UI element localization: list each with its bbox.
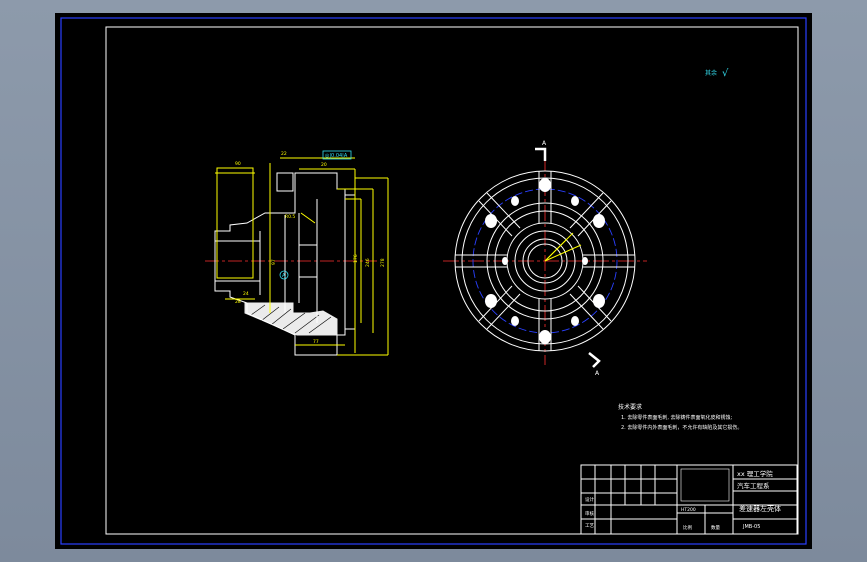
svg-text:设计: 设计	[585, 496, 594, 503]
svg-text:A: A	[282, 273, 286, 279]
svg-text:HT200: HT200	[681, 507, 696, 513]
svg-text:28: 28	[235, 299, 241, 305]
svg-text:工艺: 工艺	[585, 523, 594, 529]
svg-text:22: 22	[281, 151, 287, 157]
svg-text:差速器左壳体: 差速器左壳体	[739, 504, 781, 513]
svg-text:A: A	[542, 140, 547, 147]
svg-text:√: √	[722, 68, 729, 79]
svg-text:278: 278	[380, 258, 386, 267]
svg-text:246: 246	[365, 258, 371, 267]
svg-text:xx 理工学院: xx 理工学院	[737, 469, 773, 478]
svg-text:汽车工程系: 汽车工程系	[737, 481, 770, 490]
svg-text:2. 去除零件内外表面毛刺，不允许有缺陷及其它损伤。: 2. 去除零件内外表面毛刺，不允许有缺陷及其它损伤。	[621, 424, 742, 431]
svg-text:审核: 审核	[585, 510, 594, 517]
svg-text:JMB-05: JMB-05	[742, 524, 760, 530]
section-marker-bottom: A	[588, 352, 601, 377]
datum-marker: A	[279, 270, 289, 280]
svg-text:R0.5: R0.5	[285, 214, 295, 220]
svg-text:其余: 其余	[705, 69, 717, 77]
inner-border	[105, 26, 799, 535]
right-front-view: A A	[443, 140, 647, 377]
surface-roughness-note: 其余 √	[705, 68, 729, 79]
svg-text:24: 24	[243, 291, 249, 297]
svg-text:◎|0.04|A: ◎|0.04|A	[325, 153, 348, 159]
title-block: xx 理工学院 汽车工程系 差速器左壳体 JMB-05 HT200 设计 审核 …	[580, 464, 798, 535]
svg-text:比例: 比例	[683, 524, 692, 531]
left-section-view: 90 22 20 R0.5 24 176 246 278 77 28 97 ◎|…	[205, 150, 389, 356]
section-marker-top: A	[535, 140, 547, 161]
cad-drawing: 其余 √ 90 22 20 R0.5 24 176 246 278 77 28 …	[60, 17, 807, 545]
technical-requirements: 技术要求 1. 去除零件表面毛刺, 去除铸件表面氧化皮和锈蚀; 2. 去除零件内…	[618, 403, 742, 431]
svg-text:77: 77	[313, 339, 319, 345]
section-hatch	[244, 302, 338, 336]
cad-viewport[interactable]: 其余 √ 90 22 20 R0.5 24 176 246 278 77 28 …	[55, 13, 812, 549]
tolerance-frame: ◎|0.04|A	[322, 150, 352, 160]
svg-text:A: A	[595, 370, 600, 377]
svg-text:数量: 数量	[711, 524, 720, 531]
svg-text:20: 20	[321, 162, 327, 168]
svg-text:90: 90	[235, 161, 241, 167]
svg-text:176: 176	[353, 254, 359, 263]
svg-text:97: 97	[271, 259, 277, 265]
svg-text:技术要求: 技术要求	[618, 403, 642, 411]
svg-text:1. 去除零件表面毛刺, 去除铸件表面氧化皮和锈蚀;: 1. 去除零件表面毛刺, 去除铸件表面氧化皮和锈蚀;	[621, 414, 733, 421]
